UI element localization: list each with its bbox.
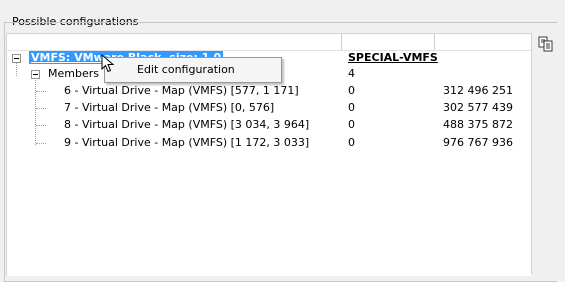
drive-label: 7 - Virtual Drive - Map (VMFS) [0, 576] bbox=[64, 101, 275, 114]
tree-row-drive[interactable]: 7 - Virtual Drive - Map (VMFS) [0, 576] … bbox=[7, 100, 532, 116]
drive-size: 488 375 872 bbox=[443, 118, 513, 131]
collapse-minus-icon[interactable] bbox=[12, 54, 21, 63]
side-toolbar bbox=[531, 33, 558, 275]
members-label: Members bbox=[48, 67, 99, 80]
drive-size: 976 767 936 bbox=[443, 136, 513, 149]
drive-size: 312 496 251 bbox=[443, 84, 513, 97]
column-header-type[interactable] bbox=[342, 34, 435, 50]
collapse-minus-icon[interactable] bbox=[31, 70, 40, 79]
mouse-pointer-icon bbox=[101, 53, 117, 74]
context-menu: Edit configuration bbox=[104, 57, 282, 83]
root-type: SPECIAL-VMFS bbox=[348, 51, 438, 64]
column-header-size[interactable] bbox=[435, 34, 531, 50]
drive-size: 302 577 439 bbox=[443, 101, 513, 114]
members-count: 4 bbox=[348, 67, 355, 80]
drive-label: 6 - Virtual Drive - Map (VMFS) [577, 1 1… bbox=[64, 84, 299, 97]
tree-row-drive[interactable]: 9 - Virtual Drive - Map (VMFS) [1 172, 3… bbox=[7, 135, 532, 151]
menu-item-edit-configuration[interactable]: Edit configuration bbox=[137, 63, 235, 76]
drive-label: 8 - Virtual Drive - Map (VMFS) [3 034, 3… bbox=[64, 118, 310, 131]
drive-value: 0 bbox=[348, 101, 355, 114]
drive-label: 9 - Virtual Drive - Map (VMFS) [1 172, 3… bbox=[64, 136, 310, 149]
drive-value: 0 bbox=[348, 84, 355, 97]
copy-icon[interactable] bbox=[537, 36, 555, 52]
drive-value: 0 bbox=[348, 118, 355, 131]
column-header-name[interactable] bbox=[7, 34, 342, 50]
tree-row-drive[interactable]: 8 - Virtual Drive - Map (VMFS) [3 034, 3… bbox=[7, 117, 532, 133]
tree-row-drive[interactable]: 6 - Virtual Drive - Map (VMFS) [577, 1 1… bbox=[7, 83, 532, 99]
drive-value: 0 bbox=[348, 136, 355, 149]
